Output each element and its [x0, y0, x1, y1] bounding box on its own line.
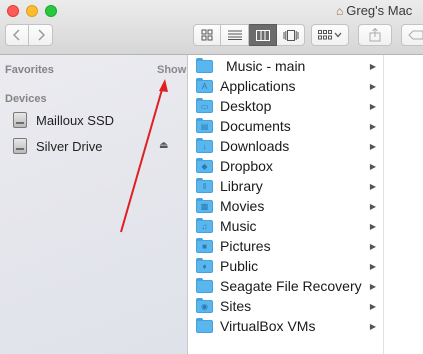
list-item[interactable]: ◉ Sites ▶ [188, 296, 383, 316]
folder-icon [196, 277, 213, 293]
music-folder-icon: ♫ [196, 217, 213, 233]
applications-folder-icon: A [196, 77, 213, 93]
column-view-button[interactable] [249, 24, 277, 46]
chevron-right-icon: ▶ [369, 121, 376, 131]
list-item[interactable]: VirtualBox VMs ▶ [188, 316, 383, 336]
chevron-left-icon [13, 29, 20, 41]
sidebar: Favorites Show Devices Mailloux SSD Silv… [0, 55, 188, 354]
back-button[interactable] [5, 24, 29, 46]
internal-disk-icon [13, 112, 27, 128]
sidebar-item-label: Silver Drive [36, 138, 103, 154]
file-column: Music - main ▶ A Applications ▶ ▭ Deskto… [188, 55, 384, 354]
list-item[interactable]: Music - main ▶ [188, 56, 383, 76]
favorites-header: Favorites [5, 64, 54, 76]
chevron-right-icon: ▶ [369, 141, 376, 151]
chevron-right-icon: ▶ [369, 101, 376, 111]
minimize-window-button[interactable] [26, 5, 38, 17]
chevron-right-icon: ▶ [369, 321, 376, 331]
icon-view-button[interactable] [193, 24, 221, 46]
view-mode-selector [193, 24, 305, 46]
cover-flow-button[interactable] [277, 24, 305, 46]
public-folder-icon: ♦ [196, 257, 213, 273]
list-item[interactable]: ▤ Documents ▶ [188, 116, 383, 136]
sidebar-item-mailloux-ssd[interactable]: Mailloux SSD [13, 110, 183, 130]
dropbox-folder-icon: ◆ [196, 157, 213, 173]
list-item[interactable]: ♫ Music ▶ [188, 216, 383, 236]
chevron-right-icon: ▶ [369, 201, 376, 211]
list-item[interactable]: A Applications ▶ [188, 76, 383, 96]
zoom-window-button[interactable] [45, 5, 57, 17]
chevron-right-icon: ▶ [369, 81, 376, 91]
empty-column [384, 55, 423, 354]
chevron-right-icon: ▶ [369, 261, 376, 271]
folder-icon [196, 317, 213, 333]
sidebar-item-silver-drive[interactable]: Silver Drive [13, 136, 183, 156]
library-folder-icon: ‖ [196, 177, 213, 193]
chevron-right-icon [37, 29, 45, 41]
chevron-right-icon: ▶ [369, 241, 376, 251]
list-item[interactable]: ▩ Movies ▶ [188, 196, 383, 216]
finder-toolbar: ⌂ Greg's Mac [0, 0, 423, 55]
chevron-right-icon: ▶ [369, 61, 376, 71]
forward-button[interactable] [28, 24, 53, 46]
arrange-button[interactable] [311, 24, 349, 46]
house-icon: ⌂ [336, 4, 344, 18]
favorites-show-button[interactable]: Show [157, 64, 186, 76]
devices-header: Devices [5, 93, 47, 105]
movies-folder-icon: ▩ [196, 197, 213, 213]
arrange-grid-icon [318, 30, 342, 40]
desktop-folder-icon: ▭ [196, 97, 213, 113]
chevron-right-icon: ▶ [369, 161, 376, 171]
list-item[interactable]: ♦ Public ▶ [188, 256, 383, 276]
list-view-icon [227, 30, 242, 40]
downloads-folder-icon: ↓ [196, 137, 213, 153]
list-view-button[interactable] [221, 24, 249, 46]
list-item[interactable]: ◆ Dropbox ▶ [188, 156, 383, 176]
list-item[interactable]: Seagate File Recovery ▶ [188, 276, 383, 296]
share-button[interactable] [358, 24, 392, 46]
chevron-right-icon: ▶ [369, 281, 376, 291]
tag-icon [408, 30, 423, 40]
pictures-folder-icon: ■ [196, 237, 213, 253]
list-item[interactable]: ↓ Downloads ▶ [188, 136, 383, 156]
tags-button[interactable] [401, 24, 423, 46]
cover-flow-icon [283, 29, 298, 41]
close-window-button[interactable] [7, 5, 19, 17]
share-icon [369, 28, 381, 42]
sidebar-item-label: Mailloux SSD [36, 112, 115, 128]
documents-folder-icon: ▤ [196, 117, 213, 133]
window-title-text: Greg's Mac [346, 3, 413, 18]
eject-icon[interactable]: ⏏ [159, 140, 168, 151]
chevron-right-icon: ▶ [369, 181, 376, 191]
window-title: ⌂ Greg's Mac [336, 3, 412, 18]
chevron-right-icon: ▶ [369, 301, 376, 311]
sites-folder-icon: ◉ [196, 297, 213, 313]
folder-icon [196, 57, 213, 73]
icon-view-icon [201, 29, 213, 41]
external-disk-icon [13, 138, 27, 154]
list-item[interactable]: ‖ Library ▶ [188, 176, 383, 196]
column-view-icon [255, 29, 270, 41]
list-item[interactable]: ▭ Desktop ▶ [188, 96, 383, 116]
list-item[interactable]: ■ Pictures ▶ [188, 236, 383, 256]
chevron-right-icon: ▶ [369, 221, 376, 231]
